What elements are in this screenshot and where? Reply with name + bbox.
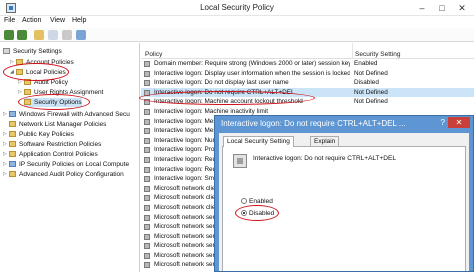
column-header-policy[interactable]: Policy [145, 51, 162, 58]
folder-icon [24, 89, 31, 95]
tree-node-advanced-audit[interactable]: Advanced Audit Policy Configuration [9, 170, 124, 179]
policy-item-icon [144, 214, 150, 221]
tab-explain[interactable]: Explain [310, 136, 340, 146]
expand-arrow-icon[interactable]: ▷ [3, 141, 7, 147]
ipsec-icon [9, 161, 16, 167]
tree-node-ipsec[interactable]: IP Security Policies on Local Compute [9, 160, 129, 169]
policy-item-icon [144, 195, 150, 202]
up-folder-icon[interactable] [34, 30, 44, 40]
column-divider[interactable] [352, 43, 353, 59]
tree-node-software-restriction[interactable]: Software Restriction Policies [9, 140, 101, 149]
policy-item-icon [144, 147, 150, 154]
policy-name-cell: Domain member: Require strong (Windows 2… [154, 60, 350, 67]
policy-item-icon [144, 166, 150, 173]
expand-arrow-icon[interactable]: ▷ [3, 111, 7, 117]
policy-item-icon [144, 70, 150, 77]
policy-item-icon [144, 108, 150, 115]
folder-icon [9, 121, 16, 127]
annotation-circle-ctrl-alt-del-policy [139, 91, 315, 105]
tree-node-network-list[interactable]: Network List Manager Policies [9, 120, 106, 129]
policy-item-icon [144, 80, 150, 87]
security-setting-cell: Not Defined [354, 69, 388, 77]
help-icon[interactable] [76, 30, 86, 40]
table-row[interactable]: Interactive logon: Do not display last u… [141, 78, 474, 88]
expand-arrow-icon[interactable]: ▷ [10, 59, 14, 65]
policy-name-cell: Interactive logon: Do not display last u… [154, 79, 289, 87]
tab-panel: Interactive logon: Do not require CTRL+A… [222, 146, 466, 271]
title-bar: Local Security Policy – □ ✕ [0, 0, 474, 16]
policy-item-icon [144, 176, 150, 183]
security-setting-cell: Enabled [354, 60, 378, 67]
column-header-setting[interactable]: Security Setting [355, 51, 401, 58]
forward-arrow-icon[interactable] [17, 30, 27, 40]
policy-name-cell: Interactive logon: Display user informat… [154, 69, 350, 77]
menu-view[interactable]: View [50, 17, 65, 24]
minimize-button[interactable]: – [412, 0, 432, 16]
console-root-icon [3, 48, 10, 54]
menu-file[interactable]: File [4, 17, 15, 24]
dialog-help-button[interactable]: ? [441, 118, 445, 127]
policy-item-icon [144, 204, 150, 211]
dialog-body: Local Security Setting Explain Interacti… [219, 133, 469, 271]
policy-item-icon [144, 243, 150, 250]
expand-arrow-icon[interactable]: ▷ [3, 171, 7, 177]
annotation-circle-security-options [18, 94, 90, 110]
expand-arrow-icon[interactable]: ▷ [3, 131, 7, 137]
dialog-close-button[interactable]: ✕ [448, 117, 470, 128]
policy-item-icon [144, 118, 150, 125]
expand-arrow-icon[interactable]: ▷ [18, 89, 22, 95]
export-list-icon[interactable] [62, 30, 72, 40]
policy-item-icon [144, 262, 150, 269]
table-row[interactable]: Interactive logon: Display user informat… [141, 69, 474, 79]
policy-name: Interactive logon: Do not require CTRL+A… [253, 155, 396, 162]
menu-help[interactable]: Help [72, 17, 86, 24]
tree-node-public-key[interactable]: Public Key Policies [9, 130, 74, 139]
radio-unchecked-icon [241, 198, 247, 204]
table-row[interactable]: Domain member: Require strong (Windows 2… [141, 59, 474, 69]
policy-item-icon [144, 156, 150, 163]
back-arrow-icon[interactable] [4, 30, 14, 40]
policy-item-icon [144, 137, 150, 144]
tree-node-security-settings[interactable]: Security Settings [3, 47, 62, 56]
tree-node-firewall[interactable]: Windows Firewall with Advanced Secu [9, 110, 130, 119]
policy-item-icon [144, 185, 150, 192]
policy-item-icon [144, 224, 150, 231]
firewall-icon [9, 111, 16, 117]
expand-arrow-icon[interactable]: ▷ [3, 161, 7, 167]
policy-icon [233, 154, 247, 168]
policy-item-icon [144, 128, 150, 135]
folder-icon [9, 151, 16, 157]
security-setting-cell: Not Defined [354, 98, 388, 106]
policy-item-icon [144, 233, 150, 240]
folder-icon [9, 141, 16, 147]
policy-item-icon [144, 61, 150, 67]
expand-arrow-icon[interactable]: ▷ [3, 151, 7, 157]
window-title: Local Security Policy [200, 3, 274, 12]
show-hide-tree-icon[interactable] [48, 30, 58, 40]
tree-node-app-control[interactable]: Application Control Policies [9, 150, 98, 159]
annotation-circle-disabled-option [235, 205, 279, 221]
policy-properties-dialog: Interactive logon: Do not require CTRL+A… [214, 115, 474, 272]
maximize-button[interactable]: □ [432, 0, 452, 16]
menu-action[interactable]: Action [22, 17, 41, 24]
toolbar [0, 28, 474, 42]
security-setting-cell: Not Defined [354, 88, 388, 96]
annotation-circle-local-policies [3, 63, 69, 81]
tab-local-security-setting[interactable]: Local Security Setting [223, 136, 294, 147]
policy-item-icon [144, 252, 150, 259]
dialog-title: Interactive logon: Do not require CTRL+A… [221, 119, 406, 128]
menu-bar: File Action View Help [0, 16, 474, 28]
folder-icon [9, 131, 16, 137]
security-setting-cell: Disabled [354, 79, 379, 87]
close-button[interactable]: ✕ [452, 0, 472, 16]
list-header: Policy Security Setting [141, 43, 474, 59]
folder-icon [9, 171, 16, 177]
